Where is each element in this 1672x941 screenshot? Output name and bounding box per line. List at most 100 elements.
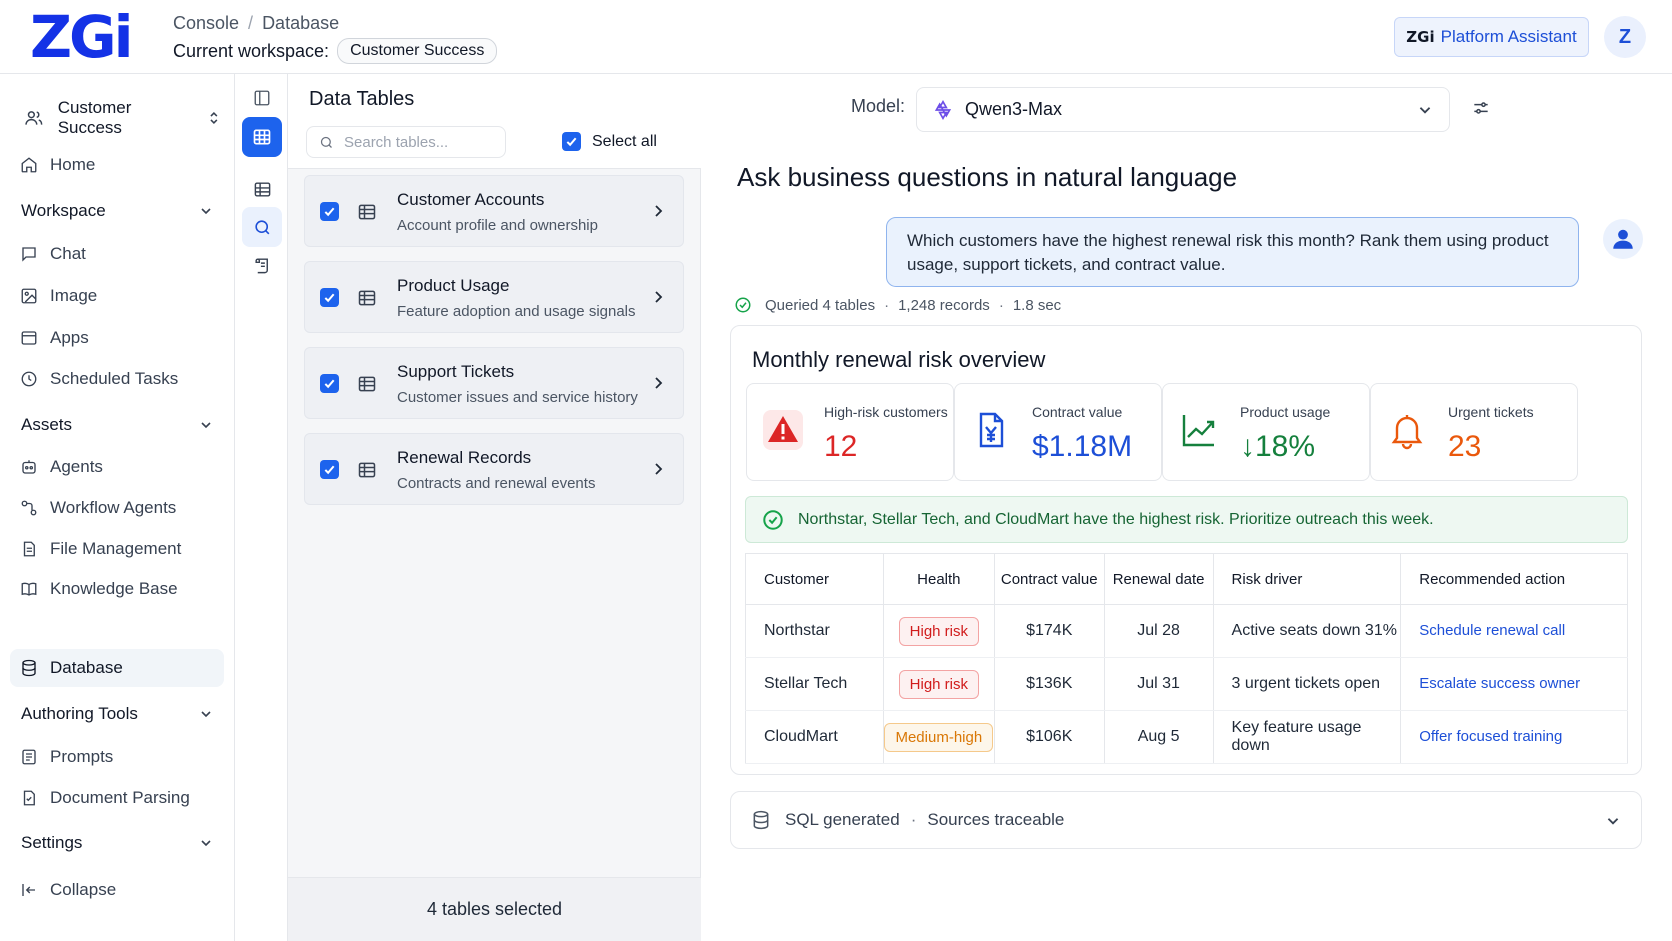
user-avatar-button[interactable]: Z [1604, 16, 1646, 58]
sidebar-item-label: Image [50, 286, 98, 305]
chevron-right-icon [655, 291, 663, 303]
table-icon [358, 462, 376, 478]
apps-icon [21, 331, 37, 345]
chevron-down-icon [1607, 818, 1619, 825]
search-input[interactable] [344, 133, 494, 151]
chevron-down-icon [201, 208, 211, 215]
record-count: 1,248 records [898, 296, 990, 314]
recommended-action-link[interactable]: Schedule renewal call [1419, 622, 1565, 639]
check-icon [566, 137, 577, 147]
customer-cell: CloudMart [745, 710, 884, 764]
check-circle-icon [763, 509, 783, 530]
sidebar-item-home[interactable]: Home [20, 152, 95, 178]
scroll-document-icon [254, 257, 268, 273]
column-header[interactable]: Health [883, 553, 995, 605]
column-header[interactable]: Risk driver [1213, 553, 1402, 605]
top-bar: ZGi Console / Database Current workspace: … [0, 0, 1672, 74]
section-workspace[interactable]: Workspace [21, 201, 213, 221]
grid-rail-button[interactable] [242, 169, 282, 209]
database-icon [753, 810, 769, 830]
team-switcher[interactable]: Customer Success [24, 98, 234, 138]
breadcrumb-console[interactable]: Console [173, 13, 239, 33]
table-name: Renewal Records [397, 448, 532, 467]
select-all-checkbox[interactable]: Select all [562, 132, 657, 151]
search-rail-button[interactable] [242, 207, 282, 247]
sidebar-item-label: Scheduled Tasks [50, 369, 179, 388]
model-select[interactable]: Qwen3-Max [916, 87, 1450, 132]
table-checkbox[interactable] [320, 288, 339, 307]
sidebar-item-chat[interactable]: Chat [20, 241, 86, 267]
assistant-brand: ZGi [1406, 28, 1435, 46]
table-card-customer-accounts[interactable]: Customer Accounts Account profile and ow… [304, 175, 684, 247]
result-title: Monthly renewal risk overview [752, 347, 1046, 372]
sidebar-item-workflow-agents[interactable]: Workflow Agents [20, 495, 176, 521]
book-icon [21, 582, 37, 596]
section-settings[interactable]: Settings [21, 833, 213, 853]
sql-generated-label: SQL generated [785, 810, 900, 829]
breadcrumb-database: Database [262, 13, 340, 33]
table-search[interactable] [306, 126, 506, 158]
sidebar-item-agents[interactable]: Agents [20, 454, 103, 480]
stat-value: 23 [1448, 430, 1482, 463]
table-card-product-usage[interactable]: Product Usage Feature adoption and usage… [304, 261, 684, 333]
toggle-panel-button[interactable] [242, 78, 282, 118]
sidebar-item-label: Home [50, 155, 96, 174]
platform-assistant-button[interactable]: ZGi Platform Assistant [1394, 17, 1589, 57]
agent-icon [22, 460, 36, 474]
recommended-action-link[interactable]: Offer focused training [1419, 728, 1562, 745]
sidebar-item-document-parsing[interactable]: Document Parsing [20, 785, 190, 811]
team-name: Customer Success [57, 98, 132, 137]
chevron-down-icon [201, 422, 211, 429]
table-card-support-tickets[interactable]: Support Tickets Customer issues and serv… [304, 347, 684, 419]
table-name: Support Tickets [397, 362, 515, 381]
sidebar-item-file-management[interactable]: File Management [20, 536, 181, 562]
section-authoring-tools[interactable]: Authoring Tools [21, 704, 213, 724]
sidebar-item-image[interactable]: Image [20, 283, 97, 309]
action-cell: Offer focused training [1400, 710, 1628, 764]
section-assets[interactable]: Assets [21, 415, 213, 435]
table-name: Product Usage [397, 276, 510, 295]
breadcrumb-separator: / [248, 13, 254, 33]
check-icon [324, 379, 335, 389]
workspace-chip[interactable]: Customer Success [337, 38, 498, 64]
clock-icon [21, 371, 37, 387]
recommended-action-link[interactable]: Escalate success owner [1419, 675, 1580, 692]
meta-separator: · [998, 296, 1004, 314]
column-header[interactable]: Recommended action [1400, 553, 1628, 605]
sql-details-bar[interactable]: SQL generated · Sources traceable [730, 791, 1642, 849]
column-header[interactable]: Customer [745, 553, 884, 605]
warning-icon [763, 410, 803, 450]
contract-value-cell: $106K [994, 710, 1105, 764]
sidebar-item-apps[interactable]: Apps [20, 325, 89, 351]
collapse-sidebar-button[interactable]: Collapse [20, 877, 116, 903]
stat-value: ↓18% [1240, 430, 1316, 463]
data-tables-rail-button[interactable] [242, 117, 282, 157]
home-icon [21, 157, 37, 173]
table-card-renewal-records[interactable]: Renewal Records Contracts and renewal ev… [304, 433, 684, 505]
prompt-icon [22, 749, 36, 765]
meta-separator: · [910, 810, 917, 829]
sidebar-item-scheduled-tasks[interactable]: Scheduled Tasks [20, 366, 178, 392]
sidebar-item-knowledge-base[interactable]: Knowledge Base [20, 576, 178, 602]
table-description: Customer issues and service history [397, 389, 638, 406]
table-checkbox[interactable] [320, 460, 339, 479]
checkbox-checked[interactable] [562, 132, 581, 151]
table-checkbox[interactable] [320, 202, 339, 221]
model-settings-button[interactable] [1471, 98, 1491, 123]
sidebar-item-prompts[interactable]: Prompts [20, 744, 113, 770]
stat-label: Product usage [1240, 404, 1331, 420]
scroll-rail-button[interactable] [242, 245, 282, 285]
page-title: Ask business questions in natural langua… [737, 162, 1238, 192]
query-time: 1.8 sec [1012, 296, 1062, 314]
zgi-logo[interactable]: ZGi [30, 6, 134, 68]
table-checkbox[interactable] [320, 374, 339, 393]
search-icon [320, 136, 332, 148]
risk-driver-cell: 3 urgent tickets open [1213, 657, 1402, 711]
column-header[interactable]: Renewal date [1104, 553, 1214, 605]
insight-banner: Northstar, Stellar Tech, and CloudMart h… [745, 496, 1628, 543]
sidebar-item-database[interactable]: Database [20, 655, 123, 681]
column-header[interactable]: Contract value [994, 553, 1105, 605]
trend-chart-icon [1182, 415, 1215, 447]
sidebar-item-label: Database [50, 658, 123, 677]
sidebar-item-label: Prompts [50, 747, 114, 766]
